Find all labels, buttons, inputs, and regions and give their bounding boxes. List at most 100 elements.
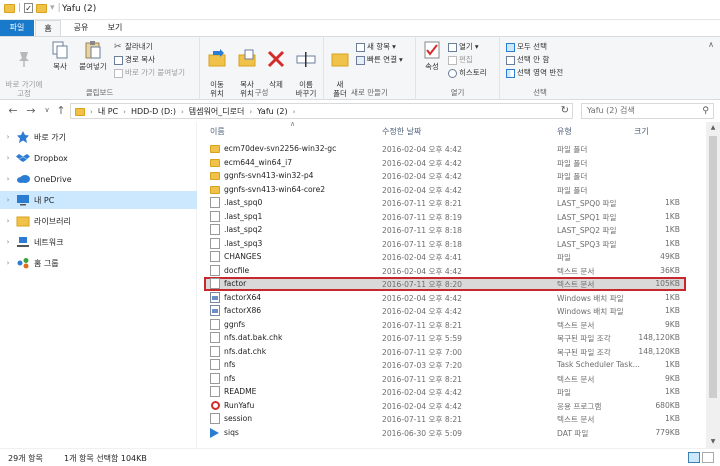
table-row[interactable]: CHANGES 2016-02-04 오후 4:41 파일 49KB bbox=[198, 250, 706, 264]
chevron-down-icon: ▾ bbox=[398, 55, 403, 64]
status-bar: 29개 항목 1개 항목 선택함 104KB bbox=[0, 448, 720, 466]
expand-chevron-icon[interactable]: › bbox=[0, 175, 16, 183]
scissors-icon: ✂ bbox=[114, 41, 122, 52]
paste-icon bbox=[83, 40, 103, 60]
expand-chevron-icon[interactable]: › bbox=[0, 259, 16, 267]
details-view-icon[interactable] bbox=[688, 452, 700, 463]
tab-file[interactable]: 파일 bbox=[0, 20, 34, 36]
table-row[interactable]: nfs 2016-07-11 오후 8:21 텍스트 문서 9KB bbox=[198, 372, 706, 386]
edit-button[interactable]: 편집 bbox=[448, 54, 473, 66]
table-row[interactable]: siqs 2016-06-30 오후 5:09 DAT 파일 779KB bbox=[198, 426, 706, 440]
table-row[interactable]: factorX86 2016-02-04 오후 4:42 Windows 배치 파일… bbox=[198, 304, 706, 318]
column-date[interactable]: 수정한 날짜 bbox=[382, 126, 421, 137]
nav-item-dropbox[interactable]: › Dropbox bbox=[0, 149, 197, 167]
expand-chevron-icon[interactable]: › bbox=[0, 133, 16, 141]
open-button[interactable]: 열기 ▾ bbox=[448, 41, 479, 53]
copy-icon bbox=[50, 40, 70, 60]
file-name: RunYafu bbox=[224, 400, 255, 410]
table-row[interactable]: .last_spq3 2016-07-11 오후 8:18 LAST_SPQ3 파일… bbox=[198, 237, 706, 251]
table-row[interactable]: nfs 2016-07-03 오후 7:20 Task Scheduler Task… bbox=[198, 358, 706, 372]
file-icon bbox=[210, 413, 220, 424]
scroll-up-icon[interactable]: ▲ bbox=[706, 122, 720, 134]
crumb-current-folder[interactable]: Yafu (2) bbox=[257, 107, 287, 116]
open-group: 속성 열기 ▾ 편집 히스토리 열기 bbox=[416, 37, 500, 100]
column-name[interactable]: 이름 bbox=[210, 126, 225, 137]
table-row[interactable]: docfile 2016-02-04 오후 4:42 텍스트 문서 36KB bbox=[198, 264, 706, 278]
table-row[interactable]: ecm644_win64_i7 2016-02-04 오후 4:42 파일 폴더 bbox=[198, 156, 706, 170]
file-size: 36KB bbox=[660, 265, 680, 275]
properties-button[interactable]: 속성 bbox=[420, 40, 444, 71]
qat-dropdown-icon[interactable]: ▾ bbox=[50, 3, 55, 13]
recent-locations-icon[interactable]: ∨ bbox=[40, 106, 54, 114]
new-item-button[interactable]: 새 항목 ▾ bbox=[356, 41, 396, 53]
table-row[interactable]: session 2016-07-11 오후 8:21 텍스트 문서 1KB bbox=[198, 412, 706, 426]
tab-view[interactable]: 보기 bbox=[102, 20, 128, 36]
table-row[interactable]: .last_spq0 2016-07-11 오후 8:21 LAST_SPQ0 파일… bbox=[198, 196, 706, 210]
cut-button[interactable]: ✂ 잘라내기 bbox=[114, 41, 153, 53]
table-row[interactable]: .last_spq1 2016-07-11 오후 8:19 LAST_SPQ1 파일… bbox=[198, 210, 706, 224]
easy-access-button[interactable]: 빠른 연결 ▾ bbox=[356, 54, 403, 66]
table-row[interactable]: ggnfs 2016-07-11 오후 8:21 텍스트 문서 9KB bbox=[198, 318, 706, 332]
file-type: 파일 폴더 bbox=[557, 145, 588, 154]
table-row[interactable]: nfs.dat.bak.chk 2016-07-11 오후 5:59 복구된 파일 … bbox=[198, 331, 706, 345]
window-title: Yafu (2) bbox=[62, 4, 97, 14]
clipboard-group: 바로 가기에 고정 복사 붙여넣기 ✂ 잘라내기 경로 복사 바로 가기 붙여넣기… bbox=[0, 37, 200, 100]
copy-button[interactable]: 복사 bbox=[48, 40, 72, 71]
column-type[interactable]: 유형 bbox=[557, 126, 572, 137]
scroll-down-icon[interactable]: ▼ bbox=[706, 436, 720, 448]
expand-chevron-icon[interactable]: › bbox=[0, 196, 16, 204]
paste-shortcut-button[interactable]: 바로 가기 붙여넣기 bbox=[114, 67, 185, 79]
select-none-button[interactable]: 선택 안 함 bbox=[506, 54, 549, 66]
history-button[interactable]: 히스토리 bbox=[448, 67, 487, 79]
forward-button[interactable]: → bbox=[24, 104, 38, 117]
table-row[interactable]: RunYafu 2016-02-04 오후 4:42 응용 프로그램 680KB bbox=[198, 399, 706, 413]
column-size[interactable]: 크기 bbox=[634, 126, 649, 137]
nav-item-quick-access[interactable]: › 바로 가기 bbox=[0, 128, 197, 146]
tab-home[interactable]: 홈 bbox=[35, 20, 61, 36]
ribbon-collapse-icon[interactable]: ∧ bbox=[708, 40, 714, 49]
table-row[interactable]: .last_spq2 2016-07-11 오후 8:18 LAST_SPQ2 파일… bbox=[198, 223, 706, 237]
paste-button[interactable]: 붙여넣기 bbox=[76, 40, 110, 71]
table-row[interactable]: ggnfs-svn413-win32-p4 2016-02-04 오후 4:42 파… bbox=[198, 169, 706, 183]
nav-item-onedrive[interactable]: › OneDrive bbox=[0, 170, 197, 188]
scrollbar-thumb[interactable] bbox=[709, 136, 717, 398]
invert-selection-button[interactable]: 선택 영역 반전 bbox=[506, 67, 563, 79]
nav-item-libraries[interactable]: › 라이브러리 bbox=[0, 212, 197, 230]
expand-chevron-icon[interactable]: › bbox=[0, 217, 16, 225]
nav-item-this-pc[interactable]: › 내 PC bbox=[0, 191, 197, 209]
crumb-drive[interactable]: HDD-D (D:) bbox=[131, 107, 176, 116]
refresh-icon[interactable]: ↻ bbox=[561, 105, 569, 116]
table-row-selected[interactable]: factor 2016-07-11 오후 8:20 텍스트 문서 105KB bbox=[198, 277, 706, 291]
file-type: 파일 폴더 bbox=[557, 172, 588, 181]
select-all-button[interactable]: 모두 선택 bbox=[506, 41, 547, 53]
table-row[interactable]: README 2016-02-04 오후 4:42 파일 1KB bbox=[198, 385, 706, 399]
table-row[interactable]: nfs.dat.chk 2016-07-11 오후 7:00 복구된 파일 조각 14… bbox=[198, 345, 706, 359]
file-date: 2016-02-04 오후 4:42 bbox=[382, 307, 462, 316]
up-button[interactable]: ↑ bbox=[54, 104, 68, 117]
copy-path-button[interactable]: 경로 복사 bbox=[114, 54, 155, 66]
crumb-parent-folder[interactable]: 템셈워어_디로더 bbox=[189, 106, 245, 117]
dat-file-icon bbox=[210, 427, 219, 438]
expand-chevron-icon[interactable]: › bbox=[0, 154, 16, 162]
properties-qat-icon[interactable]: ✓ bbox=[24, 3, 34, 13]
nav-item-homegroup[interactable]: › 홈 그룹 bbox=[0, 254, 197, 272]
file-size: 105KB bbox=[655, 279, 680, 288]
file-icon bbox=[210, 386, 220, 397]
table-row[interactable]: ggnfs-svn413-win64-core2 2016-02-04 오후 4:… bbox=[198, 183, 706, 197]
table-row[interactable]: factorX64 2016-02-04 오후 4:42 Windows 배치 파일… bbox=[198, 291, 706, 305]
address-box[interactable]: › 내 PC › HDD-D (D:) › 템셈워어_디로더 › Yafu (2… bbox=[70, 103, 573, 119]
back-button[interactable]: ← bbox=[6, 104, 20, 117]
ribbon-tabs: 파일 홈 공유 보기 bbox=[0, 20, 720, 36]
search-input[interactable]: Yafu (2) 검색 ⚲ bbox=[581, 103, 714, 119]
expand-chevron-icon[interactable]: › bbox=[0, 238, 16, 246]
nav-item-network[interactable]: › 네트워크 bbox=[0, 233, 197, 251]
chevron-down-icon: ▾ bbox=[474, 42, 479, 51]
crumb-this-pc[interactable]: 내 PC bbox=[98, 106, 118, 117]
new-folder-qat-icon[interactable] bbox=[36, 3, 48, 13]
delete-button[interactable]: 삭제 bbox=[264, 40, 288, 89]
large-icons-view-icon[interactable] bbox=[702, 452, 714, 463]
file-size: 779KB bbox=[655, 427, 680, 437]
vertical-scrollbar[interactable]: ▲ ▼ bbox=[706, 122, 720, 448]
tab-share[interactable]: 공유 bbox=[66, 20, 96, 36]
table-row[interactable]: ecm70dev-svn2256-win32-gc 2016-02-04 오후 4… bbox=[198, 142, 706, 156]
